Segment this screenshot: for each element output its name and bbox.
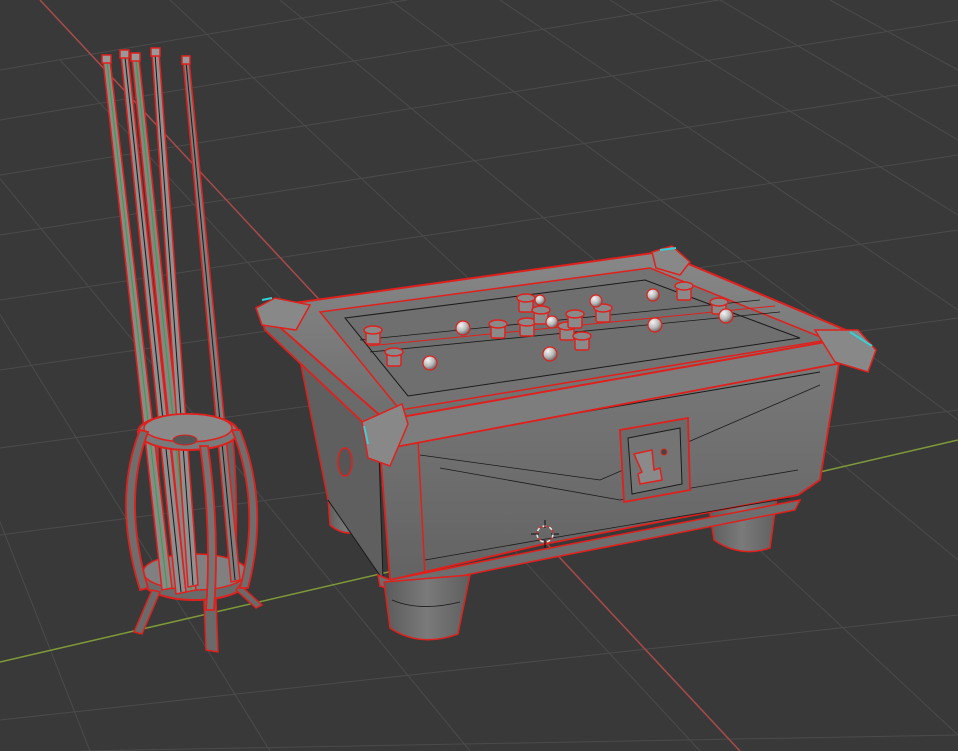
ball: [647, 317, 663, 333]
ball: [455, 320, 471, 336]
ball: [718, 308, 734, 324]
ball: [542, 346, 558, 362]
3d-viewport[interactable]: [0, 0, 958, 751]
ball: [534, 294, 546, 306]
coin-slot-plate: [619, 416, 691, 504]
ball: [589, 294, 603, 308]
ball: [422, 355, 438, 371]
table-leg-front-left: [383, 574, 471, 641]
ball: [545, 315, 559, 329]
ball: [646, 288, 660, 302]
table-side-pocket: [337, 447, 353, 477]
coin-slot-hole: [660, 448, 668, 456]
